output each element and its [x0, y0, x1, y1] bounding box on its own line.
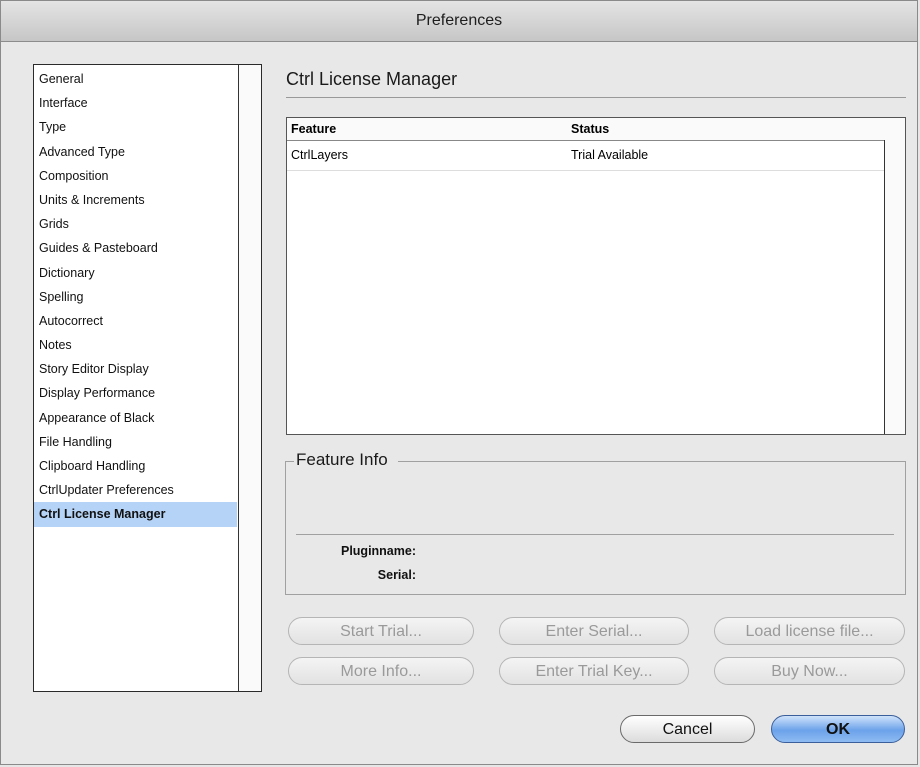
- buy-now-button[interactable]: Buy Now...: [714, 657, 905, 685]
- table-row[interactable]: CtrlLayers Trial Available: [287, 144, 885, 171]
- feature-info-group: Feature Info Pluginname: Serial:: [285, 450, 906, 595]
- serial-label: Serial:: [377, 568, 416, 582]
- feature-info-divider: [296, 534, 894, 535]
- start-trial-button[interactable]: Start Trial...: [288, 617, 474, 645]
- more-info-button[interactable]: More Info...: [288, 657, 474, 685]
- title-divider: [286, 97, 906, 98]
- sidebar-item-dictionary[interactable]: Dictionary: [34, 261, 237, 285]
- sidebar-item-display-performance[interactable]: Display Performance: [34, 381, 237, 405]
- sidebar-item-type[interactable]: Type: [34, 115, 237, 139]
- preferences-window: Preferences General Interface Type Advan…: [0, 0, 918, 765]
- enter-trial-key-button[interactable]: Enter Trial Key...: [499, 657, 689, 685]
- sidebar-item-appearance-of-black[interactable]: Appearance of Black: [34, 406, 237, 430]
- table-scrollbar[interactable]: [884, 140, 905, 434]
- sidebar-item-advanced-type[interactable]: Advanced Type: [34, 140, 237, 164]
- sidebar-item-autocorrect[interactable]: Autocorrect: [34, 309, 237, 333]
- feature-table[interactable]: Feature Status CtrlLayers Trial Availabl…: [286, 117, 906, 435]
- table-header: Feature Status: [287, 118, 905, 141]
- sidebar-item-general[interactable]: General: [34, 67, 237, 91]
- window-title: Preferences: [1, 1, 917, 42]
- sidebar-item-units-increments[interactable]: Units & Increments: [34, 188, 237, 212]
- cell-feature: CtrlLayers: [291, 148, 348, 162]
- sidebar-item-spelling[interactable]: Spelling: [34, 285, 237, 309]
- cancel-button[interactable]: Cancel: [620, 715, 755, 743]
- load-license-file-button[interactable]: Load license file...: [714, 617, 905, 645]
- page-title: Ctrl License Manager: [286, 69, 458, 89]
- sidebar-item-composition[interactable]: Composition: [34, 164, 237, 188]
- pluginname-label: Pluginname:: [340, 544, 416, 558]
- sidebar-scrollbar[interactable]: [238, 65, 261, 691]
- feature-info-title: Feature Info: [294, 450, 398, 470]
- sidebar-item-story-editor-display[interactable]: Story Editor Display: [34, 357, 237, 381]
- ok-button[interactable]: OK: [771, 715, 905, 743]
- sidebar-item-ctrl-license-manager[interactable]: Ctrl License Manager: [34, 502, 237, 527]
- sidebar-item-clipboard-handling[interactable]: Clipboard Handling: [34, 454, 237, 478]
- sidebar-item-ctrlupdater-preferences[interactable]: CtrlUpdater Preferences: [34, 478, 237, 502]
- sidebar-item-grids[interactable]: Grids: [34, 212, 237, 236]
- sidebar-item-file-handling[interactable]: File Handling: [34, 430, 237, 454]
- sidebar-item-guides-pasteboard[interactable]: Guides & Pasteboard: [34, 236, 237, 260]
- column-header-status[interactable]: Status: [571, 122, 609, 136]
- column-header-feature[interactable]: Feature: [291, 122, 336, 136]
- cell-status: Trial Available: [571, 148, 649, 162]
- preferences-category-list[interactable]: General Interface Type Advanced Type Com…: [33, 64, 262, 692]
- sidebar-item-interface[interactable]: Interface: [34, 91, 237, 115]
- sidebar-item-notes[interactable]: Notes: [34, 333, 237, 357]
- enter-serial-button[interactable]: Enter Serial...: [499, 617, 689, 645]
